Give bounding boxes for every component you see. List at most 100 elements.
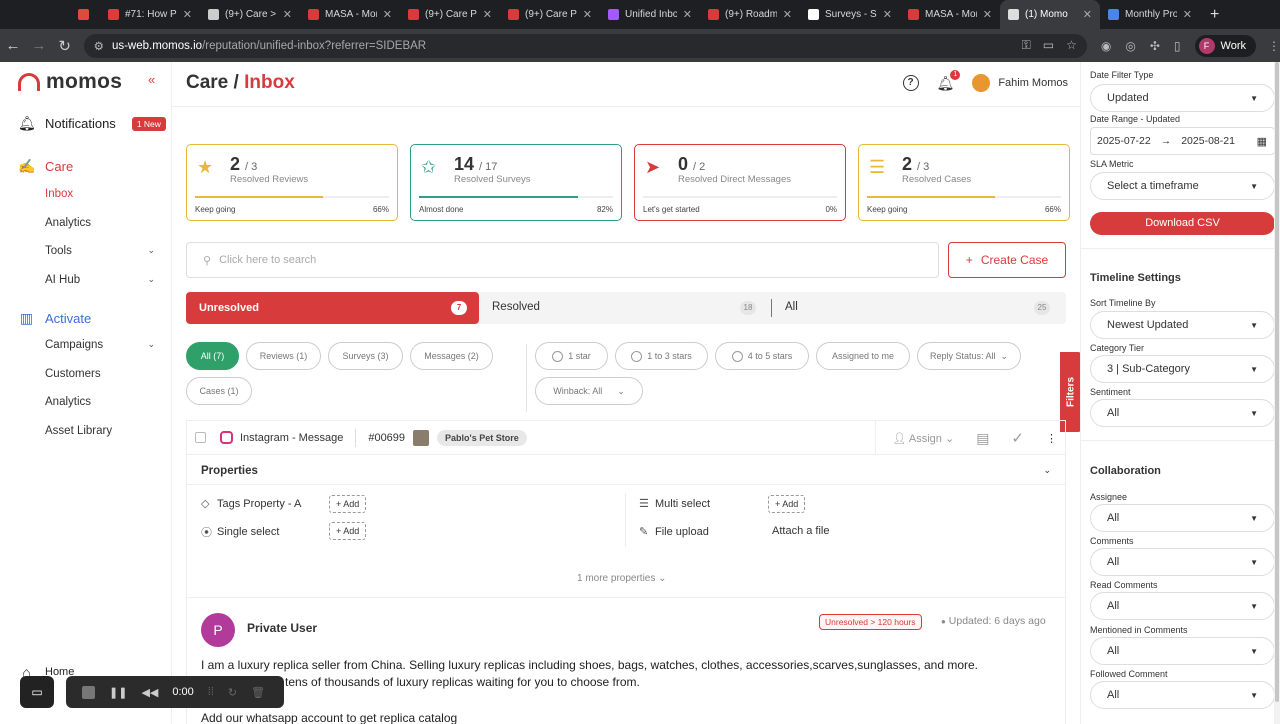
- user-menu[interactable]: Fahim Momos: [972, 74, 1068, 92]
- comments-select[interactable]: All ▼: [1090, 548, 1275, 576]
- sidebar-item-inbox[interactable]: Inbox: [45, 188, 155, 200]
- restart-icon[interactable]: ↻: [228, 686, 237, 699]
- sla-metric-select[interactable]: Select a timeframe ▼: [1090, 172, 1275, 200]
- menu-icon[interactable]: ⋮: [1268, 39, 1280, 53]
- browser-tab[interactable]: (1) Momo ✕: [1000, 0, 1100, 29]
- close-tab-icon[interactable]: ✕: [983, 8, 992, 21]
- chip-messages[interactable]: Messages (2): [410, 342, 493, 370]
- chevron-down-icon[interactable]: ⌄: [1043, 465, 1051, 476]
- site-info-icon[interactable]: ⚙: [94, 39, 104, 53]
- sidebar-item-tools[interactable]: Tools ⌄: [45, 245, 155, 257]
- followed-select[interactable]: All ▼: [1090, 681, 1275, 709]
- browser-tab[interactable]: MASA - Mon ✕: [900, 0, 1000, 29]
- puzzle-icon[interactable]: ✣: [1150, 39, 1160, 53]
- add-multi-select-button[interactable]: + Add: [768, 495, 806, 513]
- cast-icon[interactable]: ▭: [1043, 38, 1054, 53]
- sort-timeline-select[interactable]: Newest Updated ▼: [1090, 311, 1275, 339]
- extension-icon[interactable]: ◉: [1101, 39, 1111, 53]
- chip-1-star[interactable]: 1 star: [535, 342, 608, 370]
- stat-card[interactable]: ✩ 14 / 17 Resolved Surveys Almost done 82%: [410, 144, 622, 221]
- sidebar-item-activate-analytics[interactable]: Analytics: [45, 396, 155, 408]
- help-icon[interactable]: ?: [902, 75, 919, 91]
- chip-1-to-3-stars[interactable]: 1 to 3 stars: [615, 342, 708, 370]
- chip-surveys[interactable]: Surveys (3): [328, 342, 403, 370]
- browser-tab[interactable]: MASA - Mon ✕: [300, 0, 400, 29]
- chip-cases[interactable]: Cases (1): [186, 377, 252, 405]
- key-icon[interactable]: ⚿: [1022, 38, 1031, 53]
- pause-icon[interactable]: ❚❚: [109, 686, 127, 699]
- profile-button[interactable]: F Work: [1194, 34, 1256, 57]
- sidebar-section-activate[interactable]: ▥ Activate: [18, 310, 91, 327]
- date-range-picker[interactable]: 2025-07-22 → 2025-08-21 ▦: [1090, 127, 1275, 155]
- add-single-select-button[interactable]: + Add: [329, 522, 367, 540]
- sidepanel-icon[interactable]: ▯: [1174, 39, 1181, 53]
- sidebar-item-notifications[interactable]: 🔔︎ Notifications 1 New: [18, 115, 166, 132]
- mentioned-select[interactable]: All ▼: [1090, 637, 1275, 665]
- close-tab-icon[interactable]: ✕: [583, 8, 592, 21]
- browser-tab[interactable]: (9+) Care Po ✕: [500, 0, 600, 29]
- reload-icon[interactable]: ↻: [52, 37, 78, 55]
- stat-card[interactable]: ➤ 0 / 2 Resolved Direct Messages Let's get …: [634, 144, 846, 221]
- browser-tab[interactable]: #71: How Pl ✕: [100, 0, 200, 29]
- address-bar[interactable]: ⚙ us-web.momos.io/reputation/unified-inb…: [83, 33, 1087, 58]
- stop-icon[interactable]: [82, 685, 95, 699]
- chip-all[interactable]: All (7): [186, 342, 239, 370]
- browser-tab[interactable]: Monthly Pro ✕: [1100, 0, 1200, 29]
- new-tab-icon[interactable]: +: [1200, 6, 1229, 24]
- browser-tab[interactable]: (9+) Care Po ✕: [400, 0, 500, 29]
- extension-icon-2[interactable]: ◎: [1125, 39, 1135, 53]
- date-filter-type-select[interactable]: Updated ▼: [1090, 84, 1275, 112]
- add-tags-button[interactable]: + Add: [329, 495, 367, 513]
- trash-icon[interactable]: 🗑︎: [251, 686, 265, 699]
- comment-icon[interactable]: ▤: [976, 430, 989, 447]
- close-tab-icon[interactable]: ✕: [783, 8, 792, 21]
- stat-card[interactable]: ☰ 2 / 3 Resolved Cases Keep going 66%: [858, 144, 1070, 221]
- properties-heading[interactable]: Properties: [201, 465, 258, 477]
- resolve-check-icon[interactable]: ✓: [1011, 429, 1024, 447]
- grid-icon[interactable]: ⁞⁞: [208, 686, 214, 698]
- tab-unresolved[interactable]: Unresolved 7: [186, 292, 479, 324]
- scrollbar[interactable]: [1274, 62, 1280, 724]
- tab-all[interactable]: All: [785, 301, 798, 313]
- category-tier-select[interactable]: 3 | Sub-Category ▼: [1090, 355, 1275, 383]
- bookmark-star-icon[interactable]: ☆: [1066, 38, 1077, 53]
- read-comments-select[interactable]: All ▼: [1090, 592, 1275, 620]
- close-tab-icon[interactable]: ✕: [683, 8, 692, 21]
- close-tab-icon[interactable]: ✕: [1183, 8, 1192, 21]
- select-checkbox[interactable]: [195, 432, 206, 443]
- forward-icon[interactable]: →: [26, 37, 52, 54]
- close-tab-icon[interactable]: ✕: [183, 8, 192, 21]
- browser-tab[interactable]: (9+) Care > ✕: [200, 0, 300, 29]
- browser-tab[interactable]: (9+) Roadm ✕: [700, 0, 800, 29]
- browser-tab[interactable]: Surveys - S ✕: [800, 0, 900, 29]
- chip-assigned-to-me[interactable]: Assigned to me: [816, 342, 910, 370]
- download-csv-button[interactable]: Download CSV: [1090, 212, 1275, 235]
- assignee-select[interactable]: All ▼: [1090, 504, 1275, 532]
- browser-tab[interactable]: [70, 0, 100, 29]
- create-case-button[interactable]: + Create Case: [948, 242, 1066, 278]
- browser-tab[interactable]: Unified Inbo ✕: [600, 0, 700, 29]
- momos-logo[interactable]: momos: [18, 70, 122, 94]
- sidebar-item-ai-hub[interactable]: AI Hub ⌄: [45, 274, 155, 286]
- close-tab-icon[interactable]: ✕: [1083, 8, 1092, 21]
- notification-bell-icon[interactable]: 🔔︎ 1: [937, 69, 961, 92]
- stat-card[interactable]: ★ 2 / 3 Resolved Reviews Keep going 66%: [186, 144, 398, 221]
- close-tab-icon[interactable]: ✕: [283, 8, 292, 21]
- close-tab-icon[interactable]: ✕: [883, 8, 892, 21]
- more-properties-toggle[interactable]: 1 more properties ⌄: [577, 573, 667, 584]
- more-options-icon[interactable]: ⋮: [1046, 432, 1057, 445]
- sidebar-item-analytics[interactable]: Analytics: [45, 217, 155, 229]
- scrollbar-thumb[interactable]: [1275, 62, 1279, 702]
- chip-reviews[interactable]: Reviews (1): [246, 342, 321, 370]
- rewind-icon[interactable]: ◀◀: [141, 686, 158, 699]
- search-input[interactable]: ⚲ Click here to search: [186, 242, 939, 278]
- back-icon[interactable]: ←: [0, 37, 26, 54]
- sidebar-item-customers[interactable]: Customers: [45, 368, 155, 380]
- sidebar-item-campaigns[interactable]: Campaigns ⌄: [45, 339, 155, 351]
- reply-status-dropdown[interactable]: Reply Status: All ⌄: [917, 342, 1021, 370]
- attach-file-link[interactable]: Attach a file: [772, 525, 829, 537]
- collapse-sidebar-icon[interactable]: «: [148, 72, 155, 87]
- chip-4-to-5-stars[interactable]: 4 to 5 stars: [715, 342, 809, 370]
- winback-dropdown[interactable]: Winback: All ⌄: [535, 377, 643, 405]
- close-tab-icon[interactable]: ✕: [383, 8, 392, 21]
